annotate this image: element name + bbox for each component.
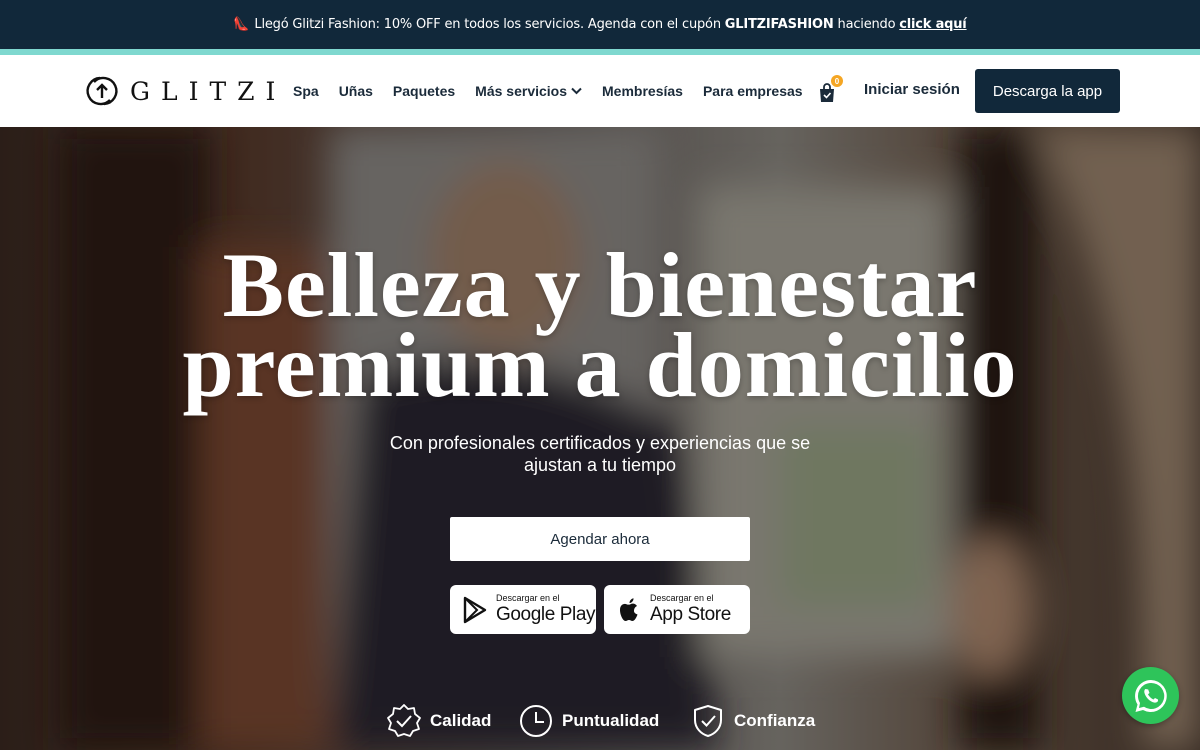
quality-seal-icon	[387, 704, 421, 737]
nav-membresias[interactable]: Membresías	[602, 83, 683, 99]
announcement-text: Llegó Glitzi Fashion: 10% OFF en todos l…	[254, 17, 721, 32]
hero-subtitle: Con profesionales certificados y experie…	[350, 432, 850, 476]
nav-spa[interactable]: Spa	[293, 83, 319, 99]
feature-puntualidad-label: Puntualidad	[562, 711, 660, 730]
login-link[interactable]: Iniciar sesión	[864, 81, 960, 98]
announcement-link[interactable]: click aquí	[899, 17, 966, 32]
logo[interactable]: GLITZI	[80, 73, 286, 109]
download-app-button[interactable]: Descarga la app	[975, 69, 1120, 113]
chevron-down-icon	[571, 87, 582, 95]
nav-paquetes[interactable]: Paquetes	[393, 83, 455, 99]
google-play-small-text: Descargar en el	[496, 593, 560, 603]
nav-mas-servicios-label: Más servicios	[475, 83, 568, 99]
nav-mas-servicios[interactable]: Más servicios	[475, 83, 582, 99]
announcement-text-after: haciendo	[837, 17, 896, 32]
site-header: GLITZI Spa Uñas Paquetes Más servicios M…	[0, 55, 1200, 127]
google-play-big-text: Google Play	[496, 604, 596, 625]
feature-list: Calidad Puntualidad Confianza	[0, 703, 1200, 743]
feature-puntualidad: Puntualidad	[518, 703, 659, 739]
app-store-small-text: Descargar en el	[650, 593, 714, 603]
schedule-now-button[interactable]: Agendar ahora	[450, 517, 750, 561]
apple-icon	[620, 597, 638, 621]
announcement-bar: 👠 Llegó Glitzi Fashion: 10% OFF en todos…	[0, 0, 1200, 49]
app-store-big-text: App Store	[650, 604, 731, 625]
hero-subtitle-line-1: Con profesionales certificados y experie…	[389, 433, 811, 453]
coupon-code: GLITZIFASHION	[724, 17, 834, 32]
cart-count-badge: 0	[831, 75, 843, 87]
google-play-badge[interactable]: Descargar en el Google Play	[450, 585, 596, 634]
app-store-badge[interactable]: Descargar en el App Store	[604, 585, 750, 634]
feature-calidad: Calidad	[386, 703, 491, 739]
feature-calidad-label: Calidad	[430, 711, 492, 730]
whatsapp-chat-button[interactable]	[1122, 667, 1179, 724]
main-nav: Spa Uñas Paquetes Más servicios Membresí…	[293, 55, 823, 127]
high-heel-icon: 👠	[233, 17, 250, 32]
google-play-icon	[463, 596, 487, 623]
nav-para-empresas[interactable]: Para empresas	[703, 83, 803, 99]
clock-icon	[520, 705, 552, 737]
feature-confianza-label: Confianza	[734, 711, 816, 730]
whatsapp-icon	[1134, 679, 1167, 712]
hero-title: Belleza y bienestar premium a domicilio	[0, 239, 1200, 411]
cart-button[interactable]: 0	[818, 75, 843, 105]
nav-unas[interactable]: Uñas	[339, 83, 373, 99]
hero-title-line-2: premium a domicilio	[182, 314, 1018, 416]
hero-subtitle-line-2: ajustan a tu tiempo	[523, 455, 677, 475]
logo-text: GLITZI	[130, 76, 287, 106]
glitzi-logo-icon	[86, 76, 118, 106]
shield-check-icon	[694, 705, 722, 737]
hero-section: Belleza y bienestar premium a domicilio …	[0, 127, 1200, 750]
feature-confianza: Confianza	[690, 703, 815, 739]
